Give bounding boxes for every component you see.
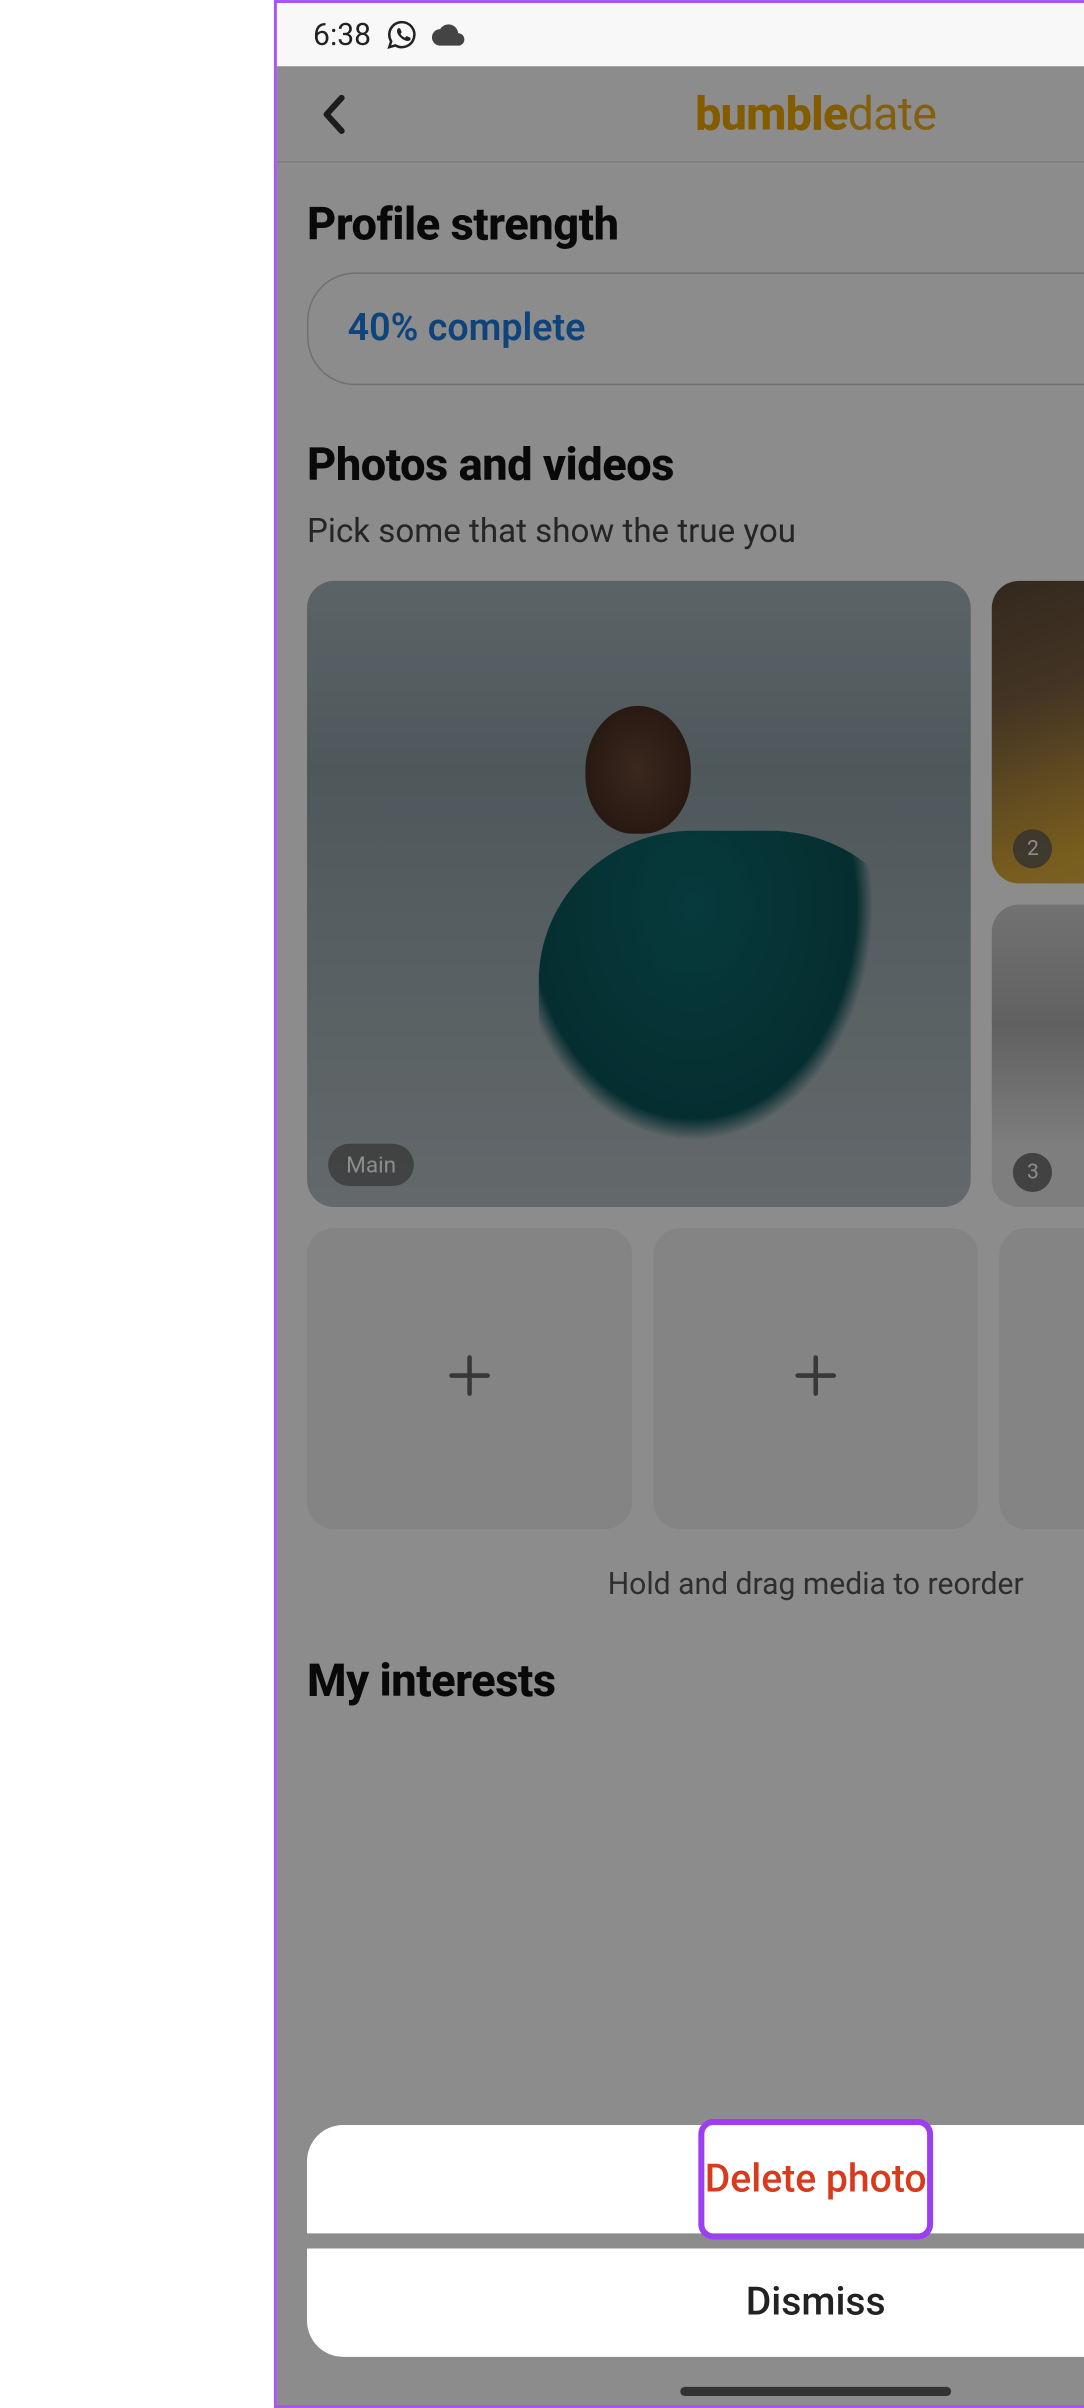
dismiss-button[interactable]: Dismiss [307, 2248, 1084, 2356]
status-bar: 6:38 Vo))1LTE2 [277, 3, 1084, 66]
action-sheet: Delete photo Dismiss [307, 2125, 1084, 2372]
gesture-bar[interactable] [680, 2387, 951, 2396]
cloud-icon [431, 23, 464, 47]
modal-dim-overlay[interactable] [277, 66, 1084, 2405]
delete-photo-button[interactable]: Delete photo [699, 2119, 933, 2239]
action-sheet-top: Delete photo [307, 2125, 1084, 2233]
whatsapp-icon [386, 20, 416, 50]
status-time: 6:38 [313, 17, 371, 53]
